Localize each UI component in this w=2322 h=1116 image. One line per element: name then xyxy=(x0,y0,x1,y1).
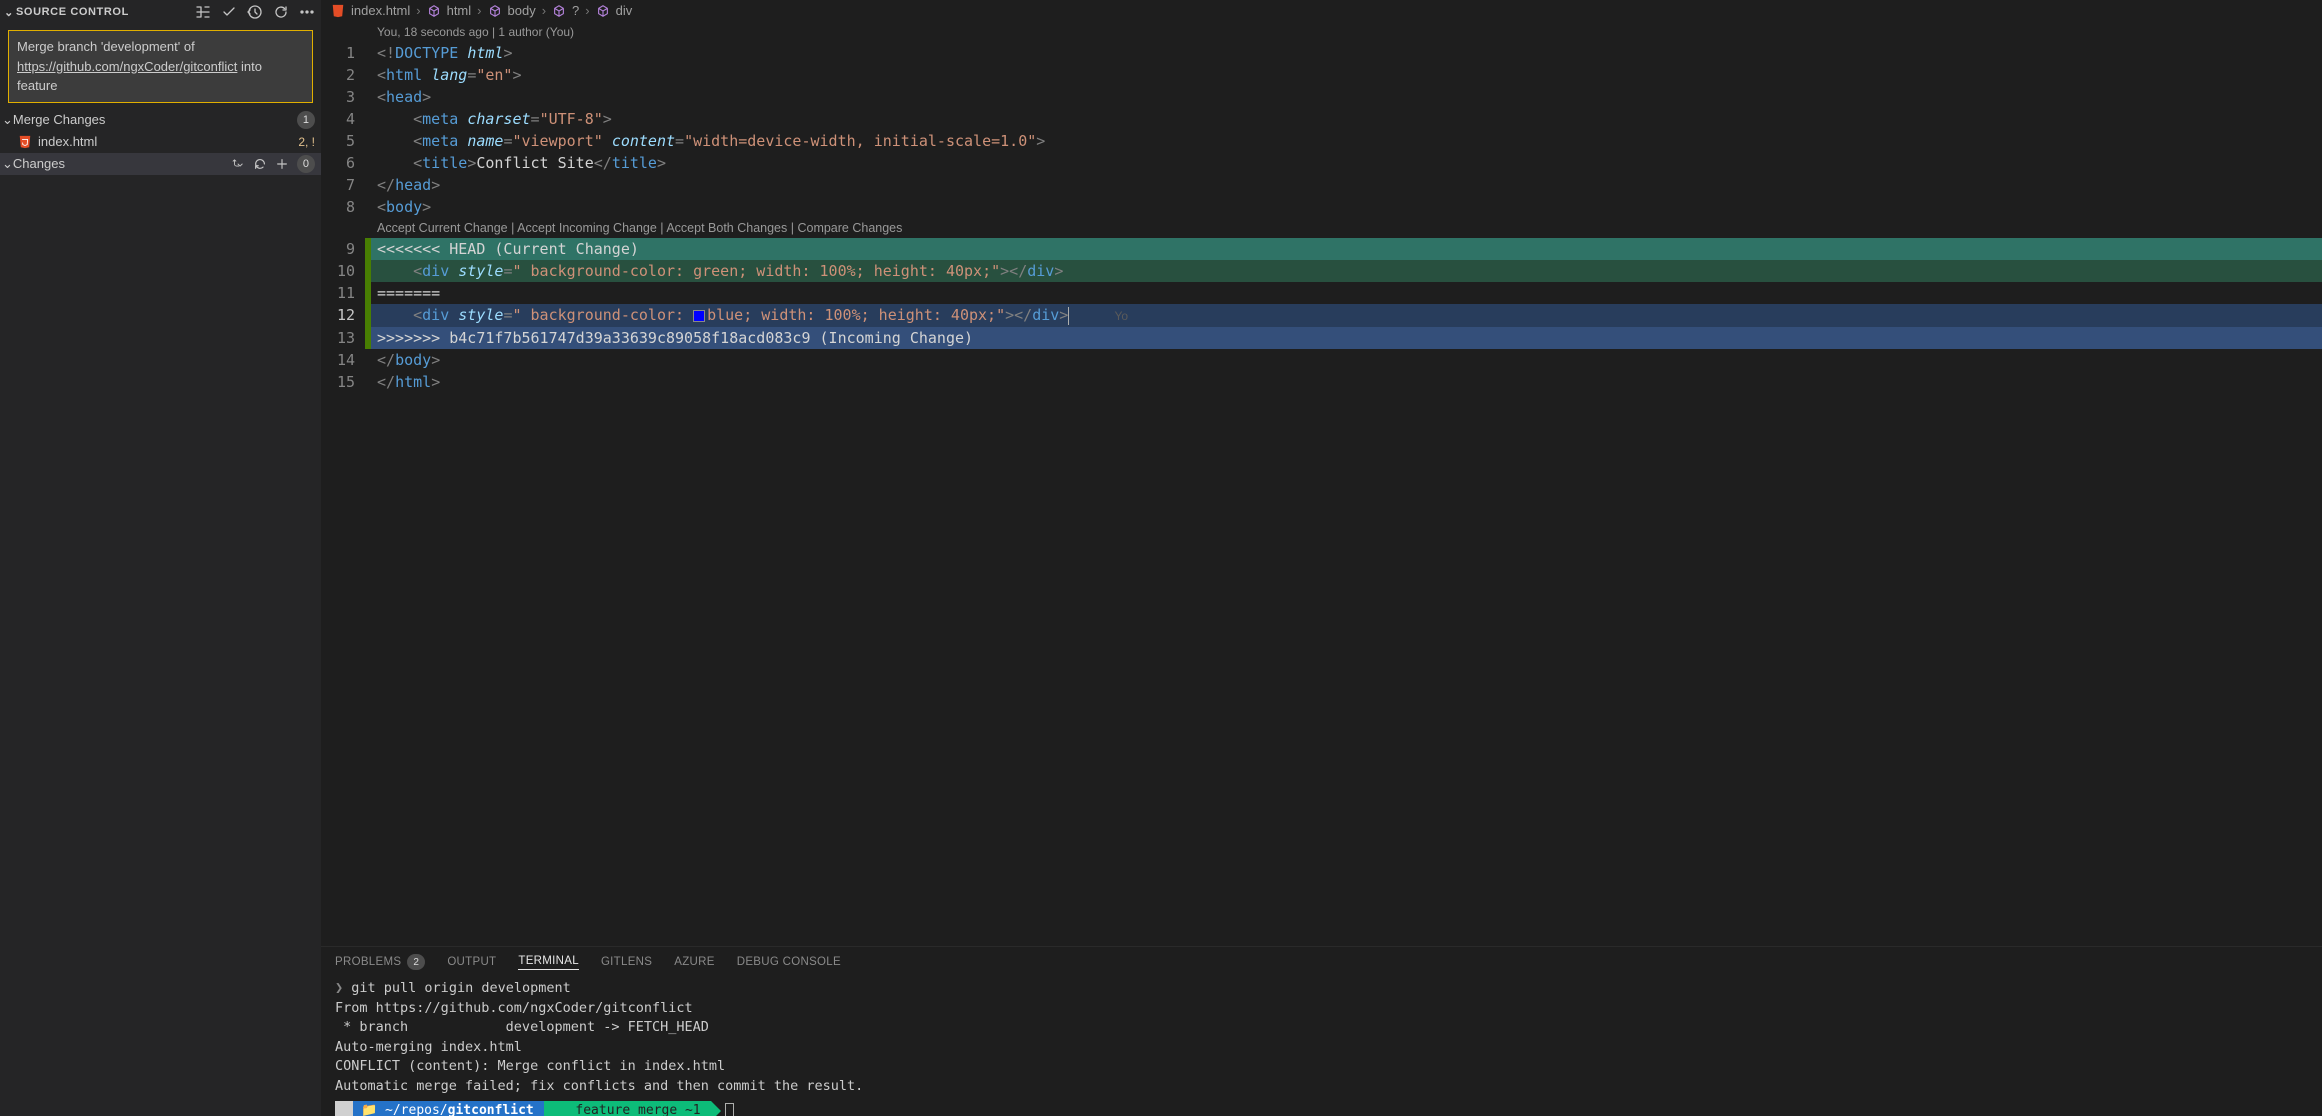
color-swatch-icon[interactable] xyxy=(693,310,705,322)
terminal-output[interactable]: ❯ git pull origin development From https… xyxy=(321,977,2322,1116)
file-row[interactable]: index.html 2, ! xyxy=(0,131,321,153)
apple-icon xyxy=(335,1101,353,1116)
tab-problems[interactable]: PROBLEMS2 xyxy=(335,954,425,970)
code-editor[interactable]: You, 18 seconds ago | 1 author (You) 1<!… xyxy=(321,22,2322,946)
breadcrumb-part[interactable]: body xyxy=(508,3,536,18)
tab-output[interactable]: OUTPUT xyxy=(447,956,496,968)
commit-check-icon[interactable] xyxy=(221,4,237,20)
breadcrumb-file[interactable]: index.html xyxy=(351,3,410,18)
tab-gitlens[interactable]: GITLENS xyxy=(601,956,652,968)
file-status: 2, ! xyxy=(298,135,315,149)
cube-icon xyxy=(427,4,441,18)
source-control-sidebar: ⌄ SOURCE CONTROL Merge branch 'developme… xyxy=(0,0,321,1116)
inline-blame: Yo xyxy=(1114,309,1128,323)
text-cursor xyxy=(1068,307,1069,325)
section-label: Merge Changes xyxy=(13,112,297,127)
changes-section[interactable]: ⌄ Changes 0 xyxy=(0,153,321,175)
tab-debug-console[interactable]: DEBUG CONSOLE xyxy=(737,956,841,968)
section-badge: 1 xyxy=(297,111,315,129)
accept-incoming-change[interactable]: Accept Incoming Change xyxy=(517,221,657,235)
refresh-icon[interactable] xyxy=(273,4,289,20)
more-icon[interactable] xyxy=(299,4,315,20)
conflict-codelens: Accept Current Change | Accept Incoming … xyxy=(321,218,2322,238)
commit-message-input[interactable]: Merge branch 'development' of https://gi… xyxy=(8,30,313,103)
accept-current-change[interactable]: Accept Current Change xyxy=(377,221,508,235)
terminal-command: git pull origin development xyxy=(351,980,570,996)
panel-tabs: PROBLEMS2 OUTPUT TERMINAL GITLENS AZURE … xyxy=(321,947,2322,977)
breadcrumb-part[interactable]: div xyxy=(616,3,633,18)
source-control-header: ⌄ SOURCE CONTROL xyxy=(0,0,321,24)
cube-icon xyxy=(552,4,566,18)
stage-all-icon[interactable] xyxy=(275,157,289,171)
section-badge: 0 xyxy=(297,155,315,173)
conflict-separator: ======= xyxy=(377,284,440,302)
prompt-path: 📁 ~/repos/gitconflict xyxy=(353,1101,544,1116)
commit-msg-url[interactable]: https://github.com/ngxCoder/gitconflict xyxy=(17,59,237,74)
html-file-icon xyxy=(331,4,345,18)
accept-both-changes[interactable]: Accept Both Changes xyxy=(666,221,787,235)
conflict-head-marker: <<<<<<< HEAD (Current Change) xyxy=(377,240,639,258)
section-label: Changes xyxy=(13,156,231,171)
tab-terminal[interactable]: TERMINAL xyxy=(518,955,579,970)
view-tree-icon[interactable] xyxy=(195,4,211,20)
breadcrumb[interactable]: index.html › html › body › ? › div xyxy=(321,0,2322,22)
compare-changes[interactable]: Compare Changes xyxy=(797,221,902,235)
history-icon[interactable] xyxy=(247,4,263,20)
merge-changes-section[interactable]: ⌄ Merge Changes 1 xyxy=(0,109,321,131)
tab-azure[interactable]: AZURE xyxy=(674,956,714,968)
bottom-panel: PROBLEMS2 OUTPUT TERMINAL GITLENS AZURE … xyxy=(321,946,2322,1116)
html-file-icon xyxy=(18,135,32,149)
editor-area: index.html › html › body › ? › div You, … xyxy=(321,0,2322,1116)
chevron-down-icon: ⌄ xyxy=(2,112,13,128)
conflict-foot-marker: >>>>>>> b4c71f7b561747d39a33639c89058f18… xyxy=(377,329,973,347)
cube-icon xyxy=(596,4,610,18)
problems-badge: 2 xyxy=(407,954,425,970)
source-control-title: SOURCE CONTROL xyxy=(16,6,129,18)
chevron-down-icon: ⌄ xyxy=(2,156,13,172)
commit-msg-prefix: Merge branch 'development' of xyxy=(17,39,195,54)
gitlens-blame[interactable]: You, 18 seconds ago | 1 author (You) xyxy=(321,22,2322,42)
terminal-cursor xyxy=(725,1103,734,1116)
breadcrumb-part[interactable]: ? xyxy=(572,3,579,18)
discard-all-icon[interactable] xyxy=(231,157,245,171)
undo-icon[interactable] xyxy=(253,157,267,171)
breadcrumb-part[interactable]: html xyxy=(447,3,472,18)
cube-icon xyxy=(488,4,502,18)
chevron-down-icon[interactable]: ⌄ xyxy=(2,6,16,19)
prompt-branch: feature merge ~1 xyxy=(544,1101,711,1116)
file-name: index.html xyxy=(38,134,298,149)
terminal-prompt: 📁 ~/repos/gitconflict feature merge ~1 xyxy=(335,1100,2308,1116)
